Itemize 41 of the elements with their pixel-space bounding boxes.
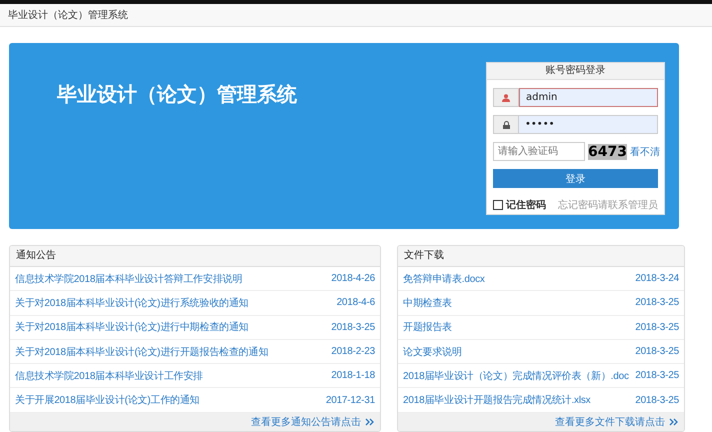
row-link[interactable]: 关于对2018届本科毕业设计(论文)进行开题报告检查的通知 <box>15 344 268 359</box>
row-date: 2018-1-18 <box>331 370 375 382</box>
remember-checkbox[interactable]: 记住密码 <box>493 198 546 212</box>
row-link[interactable]: 关于对2018届本科毕业设计(论文)进行系统验收的通知 <box>15 296 249 310</box>
captcha-image: 6473 <box>588 144 627 160</box>
row-link[interactable]: 关于对2018届本科毕业设计(论文)进行中期检查的通知 <box>15 320 249 334</box>
row-date: 2018-3-25 <box>635 394 679 406</box>
panel-title: 文件下载 <box>398 246 684 267</box>
banner-title: 毕业设计（论文）管理系统 <box>57 81 297 108</box>
lock-icon <box>502 120 510 128</box>
row-link[interactable]: 中期检查表 <box>403 296 452 310</box>
header-title: 毕业设计（论文）管理系统 <box>8 8 128 22</box>
row-link[interactable]: 信息技术学院2018届本科毕业设计答辩工作安排说明 <box>15 272 242 286</box>
row-date: 2018-4-6 <box>336 297 375 308</box>
user-icon <box>502 94 510 102</box>
row-date: 2018-3-25 <box>331 322 375 333</box>
login-title: 账号密码登录 <box>487 63 664 80</box>
row-link[interactable]: 关于开展2018届毕业设计(论文)工作的通知 <box>15 393 200 408</box>
row-link[interactable]: 2018届毕业设计（论文）完成情况评价表（新）.doc <box>403 368 629 383</box>
row-date: 2018-2-23 <box>331 346 375 358</box>
double-chevron-icon <box>365 418 374 426</box>
row-date: 2018-3-25 <box>635 370 679 382</box>
panel-title: 通知公告 <box>10 246 380 267</box>
row-link[interactable]: 免答辩申请表.docx <box>403 272 485 286</box>
row-date: 2018-4-26 <box>331 273 375 284</box>
row-link[interactable]: 信息技术学院2018届本科毕业设计工作安排 <box>15 368 204 383</box>
username-field[interactable]: admin <box>519 88 658 107</box>
row-link[interactable]: 开题报告表 <box>403 320 452 334</box>
row-date: 2018-3-25 <box>635 297 679 308</box>
password-field[interactable]: ••••• <box>519 115 658 134</box>
row-date: 2017-12-31 <box>326 394 375 406</box>
row-date: 2018-3-25 <box>635 346 679 358</box>
forgot-password-text: 忘记密码请联系管理员 <box>558 198 658 212</box>
captcha-field[interactable]: 请输入验证码 <box>493 142 585 161</box>
row-date: 2018-3-25 <box>635 322 679 333</box>
row-link[interactable]: 论文要求说明 <box>403 344 462 359</box>
refresh-captcha-link[interactable]: 看不清 <box>630 144 660 158</box>
double-chevron-icon <box>669 418 678 426</box>
login-button[interactable]: 登录 <box>493 169 658 188</box>
row-link[interactable]: 2018届毕业设计开题报告完成情况统计.xlsx <box>403 393 590 408</box>
row-date: 2018-3-24 <box>635 273 679 284</box>
